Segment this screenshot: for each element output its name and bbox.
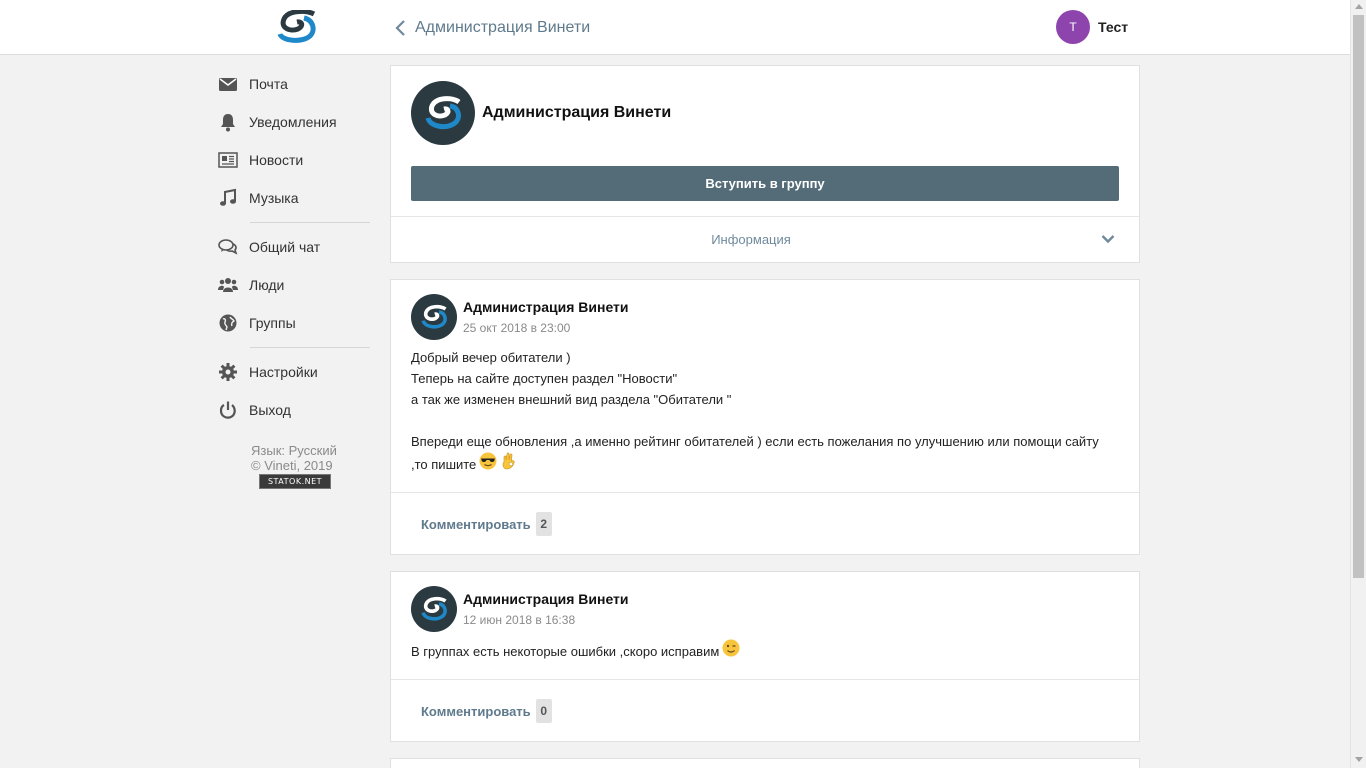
post-body: Добрый вечер обитатели ) Теперь на сайте… [411,347,1121,475]
post-author[interactable]: Администрация Винети [463,591,629,607]
ok-hand-emoji [502,452,515,470]
comment-button[interactable]: Комментировать 0 [421,699,552,723]
comment-count-badge: 2 [535,512,552,536]
music-note-icon [217,188,239,208]
post-line: В группах есть некоторые ошибки ,скоро и… [411,644,720,659]
post-author[interactable]: Администрация Винети [463,299,629,315]
post-line [411,410,1121,431]
language-selector[interactable]: Язык: Русский [251,443,372,458]
sidebar-divider [250,347,370,348]
user-name: Тест [1098,19,1129,35]
chat-bubbles-icon [217,237,239,257]
info-label: Информация [711,232,791,247]
copyright-text: © Vineti, 2019 [251,458,333,473]
sidebar-item-label: Настройки [249,364,318,380]
top-header: Администрация Винети Т Тест [0,0,1350,55]
scroll-thumb[interactable] [1353,15,1364,578]
sidebar-item-settings[interactable]: Настройки [217,353,372,391]
post-line: Добрый вечер обитатели ) [411,350,571,365]
vineti-logo[interactable] [276,10,318,43]
sidebar-item-label: Общий чат [249,239,321,255]
back-link-label: Администрация Винети [415,19,591,36]
post-footer: Комментировать 0 [391,679,1139,741]
envelope-icon [217,74,239,94]
post-date: 12 июн 2018 в 16:38 [463,613,576,627]
sidebar-item-groups[interactable]: Группы [217,304,372,342]
sidebar-divider [250,222,370,223]
statok-counter-badge[interactable]: STATOK.NET [259,474,331,489]
sidebar-item-news[interactable]: Новости [217,141,372,179]
sidebar-item-logout[interactable]: Выход [217,391,372,429]
wink-emoji [722,639,740,657]
post-header: Администрация Винети 12 июн 2018 в 16:38 [411,586,629,632]
comment-label: Комментировать [421,516,531,532]
group-avatar[interactable] [411,81,475,145]
sidebar-footer: Язык: Русский © Vineti, 2019 STATOK.NET [217,443,372,489]
post-line-with-emoji: В группах есть некоторые ошибки ,скоро и… [411,639,1121,662]
post-line: Теперь на сайте доступен раздел "Новости… [411,371,678,386]
sidebar-item-label: Уведомления [249,114,337,130]
post-header: Администрация Винети 25 окт 2018 в 23:00 [411,294,629,340]
newspaper-icon [217,150,239,170]
info-toggle[interactable]: Информация [391,216,1139,262]
comment-count-badge: 0 [535,699,552,723]
post-line: Впереди еще обновления ,а именно рейтинг… [411,434,1099,449]
chevron-down-icon [1101,235,1115,244]
scroll-down-arrow[interactable] [1355,757,1363,762]
join-group-button[interactable]: Вступить в группу [411,166,1119,201]
sidebar-item-mail[interactable]: Почта [217,65,372,103]
post-author-avatar[interactable] [411,294,457,340]
group-title: Администрация Винети [482,104,672,121]
sidebar-item-label: Люди [249,277,285,293]
post-body: В группах есть некоторые ошибки ,скоро и… [411,639,1121,662]
bell-icon [217,112,239,132]
back-link[interactable]: Администрация Винети [394,15,590,41]
user-avatar: Т [1056,10,1090,44]
group-card: Администрация Винети Вступить в группу И… [390,65,1140,263]
post-line-with-emoji: ,то пишите [411,452,1121,475]
comment-button[interactable]: Комментировать 2 [421,512,552,536]
sidebar: Почта Уведомления Новости Музыка Общий ч… [217,65,372,489]
power-icon [217,400,239,420]
user-menu[interactable]: Т Тест [1056,10,1128,44]
sidebar-item-chat[interactable]: Общий чат [217,228,372,266]
post-card [390,758,1140,768]
post-line: а так же изменен внешний вид раздела "Об… [411,392,732,407]
post-date: 25 окт 2018 в 23:00 [463,321,571,335]
gear-icon [217,362,239,382]
sidebar-item-label: Новости [249,152,304,168]
sidebar-item-label: Группы [249,315,296,331]
sidebar-item-label: Выход [249,402,291,418]
page-scrollbar[interactable] [1350,0,1366,768]
comment-label: Комментировать [421,703,531,719]
chevron-left-icon [395,20,405,36]
sidebar-item-label: Музыка [249,190,299,206]
sidebar-item-label: Почта [249,76,288,92]
scroll-up-arrow[interactable] [1355,4,1363,9]
sidebar-item-music[interactable]: Музыка [217,179,372,217]
post-line: ,то пишите [411,457,477,472]
group-header: Администрация Винети [411,81,671,145]
people-icon [217,275,239,295]
globe-icon [217,313,239,333]
sidebar-item-people[interactable]: Люди [217,266,372,304]
post-author-avatar[interactable] [411,586,457,632]
post-card: Администрация Винети 12 июн 2018 в 16:38… [390,571,1140,742]
sidebar-item-notifications[interactable]: Уведомления [217,103,372,141]
post-footer: Комментировать 2 [391,492,1139,554]
sunglasses-emoji [479,452,497,470]
post-card: Администрация Винети 25 окт 2018 в 23:00… [390,279,1140,555]
